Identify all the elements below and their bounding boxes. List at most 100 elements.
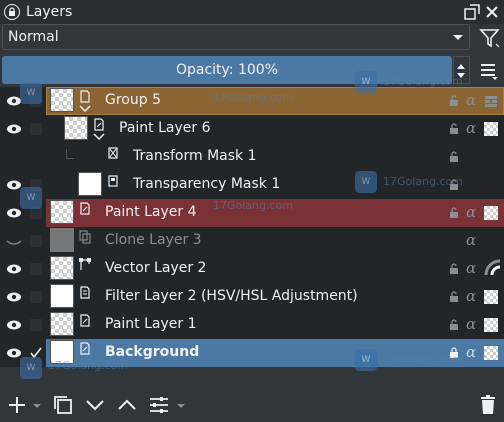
paint-layer-icon bbox=[80, 342, 90, 355]
layer-row[interactable]: Filter Layer 2 (HSV/HSL Adjustment) α bbox=[0, 283, 504, 311]
eye-icon[interactable] bbox=[6, 291, 22, 303]
layer-checkbox[interactable] bbox=[30, 235, 42, 247]
layer-thumbnail bbox=[50, 200, 74, 224]
watermark-text: 17Golang.com bbox=[383, 353, 463, 366]
move-layer-down-icon[interactable] bbox=[84, 394, 106, 416]
layer-thumbnail bbox=[50, 228, 74, 252]
alpha-lock-icon[interactable]: α bbox=[466, 231, 476, 249]
onion-skin-icon[interactable] bbox=[484, 259, 502, 277]
chevron-down-icon bbox=[453, 35, 463, 40]
alpha-lock-icon[interactable]: α bbox=[466, 343, 476, 361]
unlocked-icon[interactable] bbox=[448, 319, 460, 331]
watermark-text: 17Golang.com bbox=[213, 91, 293, 104]
transform-mask-icon bbox=[108, 147, 118, 159]
layer-row[interactable]: Paint Layer 1 α bbox=[0, 311, 504, 339]
layer-checkbox[interactable] bbox=[30, 263, 42, 275]
layer-name[interactable]: Clone Layer 3 bbox=[105, 232, 202, 248]
inherit-alpha-icon[interactable] bbox=[484, 206, 498, 220]
add-layer-dropdown-icon[interactable] bbox=[31, 394, 43, 416]
alpha-lock-icon[interactable]: α bbox=[466, 91, 476, 109]
layer-name[interactable]: Transform Mask 1 bbox=[133, 148, 257, 164]
layer-name[interactable]: Paint Layer 1 bbox=[105, 316, 197, 332]
paint-layer-icon bbox=[80, 314, 90, 327]
layer-thumbnail bbox=[64, 116, 88, 140]
pass-through-icon[interactable] bbox=[484, 94, 498, 108]
hamburger-menu-icon[interactable] bbox=[480, 60, 498, 80]
layer-checkbox[interactable] bbox=[30, 319, 42, 331]
clone-layer-icon bbox=[79, 230, 91, 244]
watermark-logo: W bbox=[355, 349, 377, 371]
unlocked-icon[interactable] bbox=[448, 151, 460, 163]
inherit-alpha-icon[interactable] bbox=[484, 122, 498, 136]
eye-icon[interactable] bbox=[6, 123, 22, 135]
alpha-lock-icon[interactable]: α bbox=[466, 119, 476, 137]
delete-layer-icon[interactable] bbox=[477, 394, 499, 416]
tree-branch bbox=[66, 149, 74, 159]
layer-name[interactable]: Filter Layer 2 (HSV/HSL Adjustment) bbox=[105, 288, 358, 304]
spin-up-icon[interactable] bbox=[457, 64, 465, 69]
mask-thumbnail bbox=[78, 172, 102, 196]
inherit-alpha-icon[interactable] bbox=[484, 346, 498, 360]
close-docker-icon[interactable] bbox=[484, 4, 500, 20]
alpha-lock-icon[interactable]: α bbox=[466, 287, 476, 305]
layer-name[interactable]: Vector Layer 2 bbox=[105, 260, 206, 276]
watermark-logo: W bbox=[20, 357, 42, 379]
watermark-text: 17Golang.com bbox=[383, 75, 463, 88]
layer-row[interactable]: Paint Layer 6 α bbox=[0, 115, 504, 143]
lock-docker-icon[interactable] bbox=[4, 4, 20, 20]
watermark-logo: W bbox=[355, 71, 377, 93]
properties-dropdown-icon[interactable] bbox=[175, 394, 187, 416]
layer-name[interactable]: Paint Layer 6 bbox=[119, 120, 211, 136]
layer-checkbox[interactable] bbox=[30, 291, 42, 303]
layer-thumbnail bbox=[50, 256, 74, 280]
eye-closed-icon[interactable] bbox=[6, 235, 22, 247]
unlocked-icon[interactable] bbox=[448, 291, 460, 303]
layer-name[interactable]: Paint Layer 4 bbox=[105, 204, 197, 220]
group-layer-icon bbox=[80, 90, 90, 103]
opacity-label: Opacity: 100% bbox=[175, 62, 279, 78]
alpha-lock-icon[interactable]: α bbox=[466, 203, 476, 221]
paint-layer-icon bbox=[94, 118, 104, 131]
alpha-lock-icon[interactable]: α bbox=[466, 259, 476, 277]
eye-icon[interactable] bbox=[6, 347, 22, 359]
float-docker-icon[interactable] bbox=[464, 4, 480, 20]
filter-layer-icon bbox=[80, 286, 90, 299]
docker-title: Layers bbox=[26, 4, 73, 20]
add-layer-icon[interactable] bbox=[6, 394, 28, 416]
unlocked-icon[interactable] bbox=[448, 263, 460, 275]
layer-row[interactable]: Transform Mask 1 bbox=[0, 143, 504, 171]
layers-list[interactable]: Group 5 α Paint Layer 6 α Transform Mask… bbox=[0, 71, 504, 379]
blend-mode-select[interactable]: Normal bbox=[2, 24, 470, 50]
unlocked-icon[interactable] bbox=[448, 95, 460, 107]
watermark-logo: W bbox=[20, 82, 42, 104]
inherit-alpha-icon[interactable] bbox=[484, 318, 498, 332]
move-layer-up-icon[interactable] bbox=[116, 394, 138, 416]
layer-thumbnail bbox=[50, 284, 74, 308]
collapse-chevron-icon[interactable] bbox=[79, 105, 91, 113]
watermark-text: 17Golang.com bbox=[213, 199, 293, 212]
watermark-text: 17Golang.com bbox=[48, 359, 128, 372]
layer-name[interactable]: Transparency Mask 1 bbox=[133, 176, 280, 192]
eye-icon[interactable] bbox=[6, 263, 22, 275]
layer-checkbox[interactable] bbox=[30, 123, 42, 135]
layer-row[interactable]: Clone Layer 3 α bbox=[0, 227, 504, 255]
layer-name[interactable]: Group 5 bbox=[105, 92, 161, 108]
layer-row[interactable]: Vector Layer 2 α bbox=[0, 255, 504, 283]
vector-layer-icon bbox=[79, 258, 91, 270]
unlocked-icon[interactable] bbox=[448, 123, 460, 135]
filter-icon[interactable] bbox=[478, 26, 502, 50]
duplicate-layer-icon[interactable] bbox=[52, 394, 74, 416]
paint-layer-icon bbox=[80, 202, 90, 215]
alpha-lock-icon[interactable]: α bbox=[466, 315, 476, 333]
unlocked-icon[interactable] bbox=[448, 207, 460, 219]
layer-properties-icon[interactable] bbox=[148, 394, 170, 416]
inherit-alpha-icon[interactable] bbox=[484, 290, 498, 304]
layers-toolbar bbox=[0, 390, 504, 420]
layer-name[interactable]: Background bbox=[105, 344, 199, 360]
watermark-logo: W bbox=[355, 171, 377, 193]
collapse-chevron-icon[interactable] bbox=[93, 133, 105, 141]
layer-thumbnail bbox=[50, 88, 74, 112]
layer-thumbnail bbox=[50, 312, 74, 336]
eye-icon[interactable] bbox=[6, 319, 22, 331]
eye-icon[interactable] bbox=[6, 207, 22, 219]
